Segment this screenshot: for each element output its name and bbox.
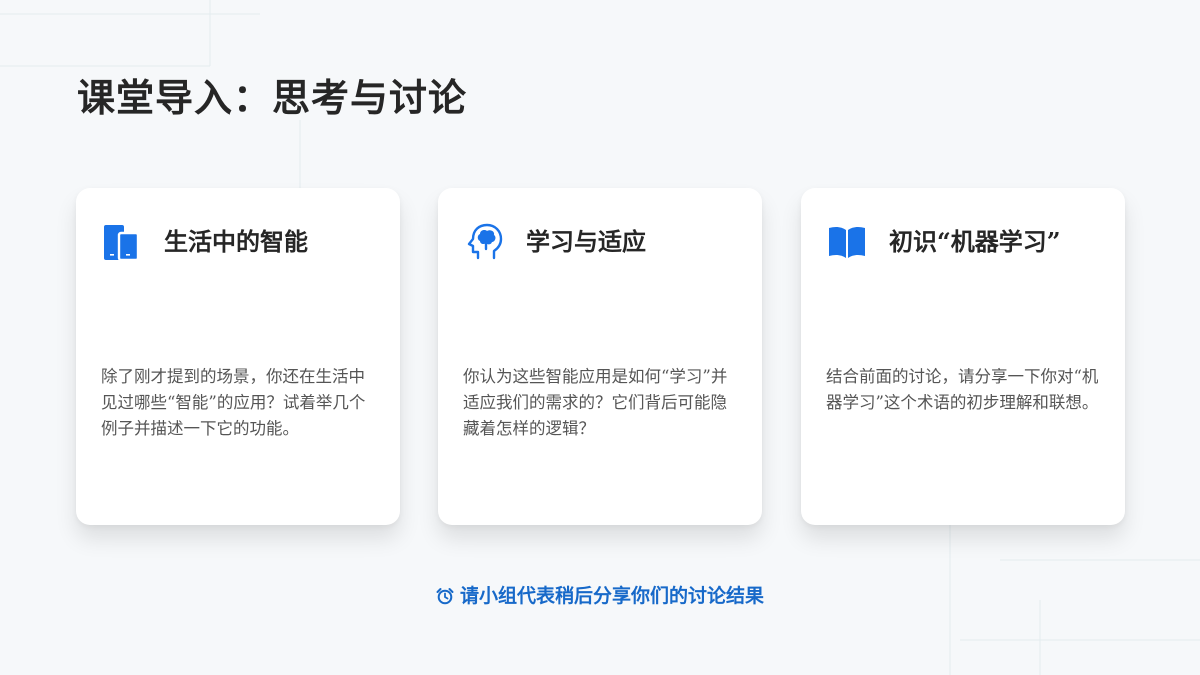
page-title: 课堂导入：思考与讨论 xyxy=(77,75,468,120)
footer-text: 请小组代表稍后分享你们的讨论结果 xyxy=(459,585,764,607)
tablet-phone-icon xyxy=(102,222,142,262)
footer-instruction: 请小组代表稍后分享你们的讨论结果 xyxy=(0,582,1200,613)
card-description: 除了刚才提到的场景，你还在生活中见过哪些“智能”的应用？试着举几个例子并描述一下… xyxy=(101,367,366,438)
card-title: 生活中的智能 xyxy=(164,227,308,256)
alarm-clock-icon xyxy=(436,585,454,613)
card-description: 结合前面的讨论，请分享一下你对“机器学习”这个术语的初步理解和联想。 xyxy=(826,367,1099,412)
open-book-icon xyxy=(827,222,867,262)
card-description: 你认为这些智能应用是如何“学习”并适应我们的需求的？它们背后可能隐藏着怎样的逻辑… xyxy=(463,367,728,438)
card-title: 初识“机器学习” xyxy=(889,227,1061,256)
discussion-card-learning-adapting: 学习与适应 你认为这些智能应用是如何“学习”并适应我们的需求的？它们背后可能隐藏… xyxy=(438,188,762,525)
discussion-card-machine-learning: 初识“机器学习” 结合前面的讨论，请分享一下你对“机器学习”这个术语的初步理解和… xyxy=(801,188,1125,525)
discussion-card-smart-life: 生活中的智能 除了刚才提到的场景，你还在生活中见过哪些“智能”的应用？试着举几个… xyxy=(76,188,400,525)
brain-head-icon xyxy=(464,222,504,262)
card-title: 学习与适应 xyxy=(526,227,646,256)
